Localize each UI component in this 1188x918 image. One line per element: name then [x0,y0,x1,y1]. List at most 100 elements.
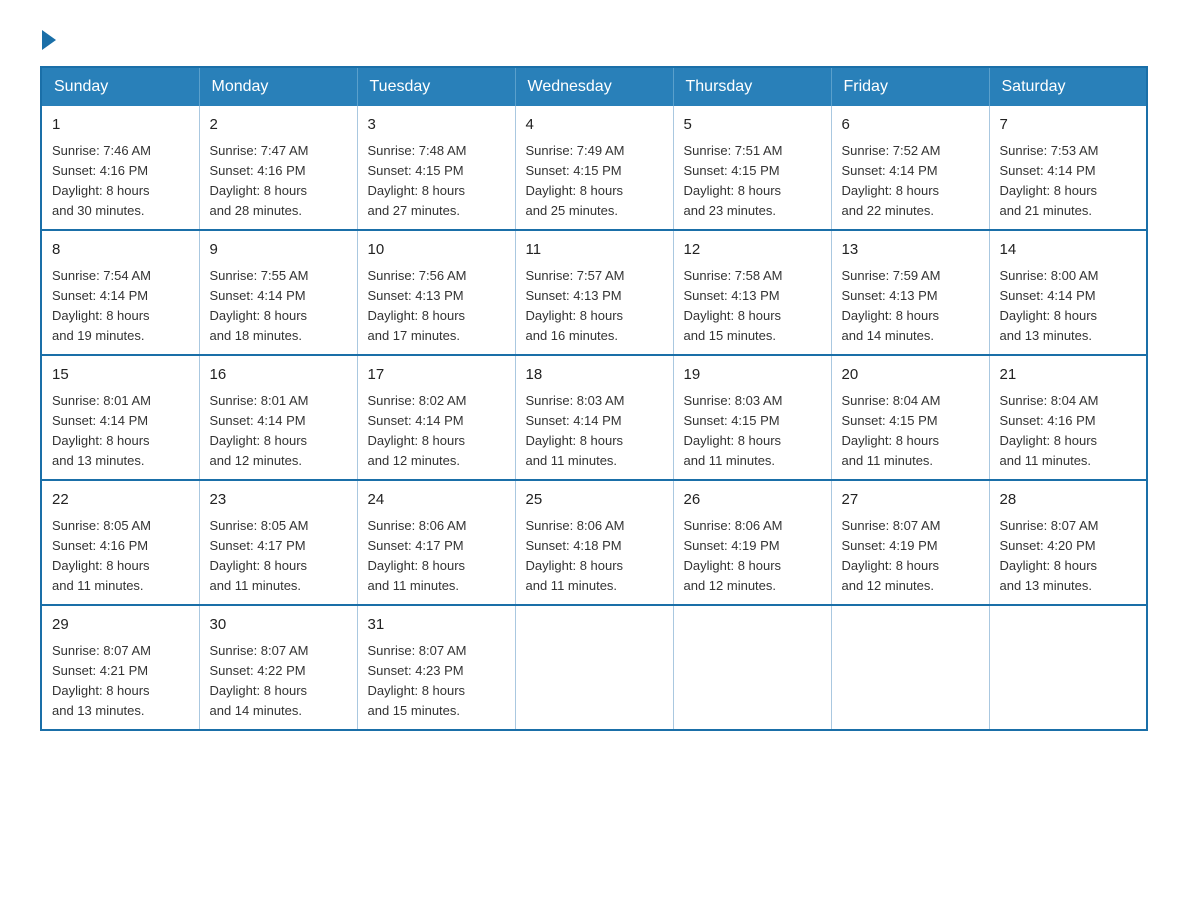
calendar-cell: 25Sunrise: 8:06 AMSunset: 4:18 PMDayligh… [515,480,673,605]
calendar-cell: 19Sunrise: 8:03 AMSunset: 4:15 PMDayligh… [673,355,831,480]
day-info: Sunrise: 8:06 AMSunset: 4:18 PMDaylight:… [526,516,663,597]
calendar-week-row: 15Sunrise: 8:01 AMSunset: 4:14 PMDayligh… [41,355,1147,480]
calendar-cell: 24 Sunrise: 8:06 AMSunset: 4:17 PMDayligh… [357,480,515,605]
column-header-monday: Monday [199,67,357,106]
day-number: 31 [368,614,505,637]
calendar-cell: 14 Sunrise: 8:00 AMSunset: 4:14 PMDayligh… [989,230,1147,355]
day-number: 22 [52,489,189,512]
day-number: 27 [842,489,979,512]
day-info: Sunrise: 8:05 AMSunset: 4:16 PMDaylight:… [52,516,189,597]
day-number: 1 [52,114,189,137]
column-header-sunday: Sunday [41,67,199,106]
day-info: Sunrise: 8:07 AMSunset: 4:21 PMDaylight:… [52,641,189,722]
calendar-cell [515,605,673,730]
calendar-cell: 22 Sunrise: 8:05 AMSunset: 4:16 PMDayligh… [41,480,199,605]
day-number: 17 [368,364,505,387]
calendar-cell: 10 Sunrise: 7:56 AMSunset: 4:13 PMDayligh… [357,230,515,355]
column-header-thursday: Thursday [673,67,831,106]
day-info: Sunrise: 7:56 AMSunset: 4:13 PMDaylight:… [368,266,505,347]
day-info: Sunrise: 7:46 AMSunset: 4:16 PMDaylight:… [52,141,189,222]
day-info: Sunrise: 7:55 AMSunset: 4:14 PMDaylight:… [210,266,347,347]
day-info: Sunrise: 7:52 AMSunset: 4:14 PMDaylight:… [842,141,979,222]
day-number: 9 [210,239,347,262]
day-number: 28 [1000,489,1137,512]
day-info: Sunrise: 7:51 AMSunset: 4:15 PMDaylight:… [684,141,821,222]
day-number: 30 [210,614,347,637]
day-number: 26 [684,489,821,512]
calendar-cell: 21 Sunrise: 8:04 AMSunset: 4:16 PMDayligh… [989,355,1147,480]
day-info: Sunrise: 8:05 AMSunset: 4:17 PMDaylight:… [210,516,347,597]
day-info: Sunrise: 8:04 AMSunset: 4:15 PMDaylight:… [842,391,979,472]
day-info: Sunrise: 7:58 AMSunset: 4:13 PMDaylight:… [684,266,821,347]
day-info: Sunrise: 7:57 AMSunset: 4:13 PMDaylight:… [526,266,663,347]
calendar-cell [989,605,1147,730]
calendar-table: SundayMondayTuesdayWednesdayThursdayFrid… [40,66,1148,731]
calendar-cell: 2 Sunrise: 7:47 AMSunset: 4:16 PMDaylight… [199,106,357,230]
calendar-cell: 3Sunrise: 7:48 AMSunset: 4:15 PMDaylight… [357,106,515,230]
day-number: 18 [526,364,663,387]
logo-arrow-icon [42,30,56,50]
day-number: 6 [842,114,979,137]
calendar-header-row: SundayMondayTuesdayWednesdayThursdayFrid… [41,67,1147,106]
page-header [40,30,1148,46]
calendar-cell: 9 Sunrise: 7:55 AMSunset: 4:14 PMDaylight… [199,230,357,355]
calendar-week-row: 1 Sunrise: 7:46 AMSunset: 4:16 PMDaylight… [41,106,1147,230]
column-header-wednesday: Wednesday [515,67,673,106]
calendar-cell: 6 Sunrise: 7:52 AMSunset: 4:14 PMDaylight… [831,106,989,230]
logo [40,30,58,46]
calendar-week-row: 8 Sunrise: 7:54 AMSunset: 4:14 PMDaylight… [41,230,1147,355]
calendar-cell: 26 Sunrise: 8:06 AMSunset: 4:19 PMDayligh… [673,480,831,605]
day-info: Sunrise: 8:07 AMSunset: 4:19 PMDaylight:… [842,516,979,597]
calendar-cell: 5 Sunrise: 7:51 AMSunset: 4:15 PMDaylight… [673,106,831,230]
calendar-cell: 1 Sunrise: 7:46 AMSunset: 4:16 PMDaylight… [41,106,199,230]
day-number: 24 [368,489,505,512]
day-info: Sunrise: 8:07 AMSunset: 4:22 PMDaylight:… [210,641,347,722]
calendar-cell: 16Sunrise: 8:01 AMSunset: 4:14 PMDayligh… [199,355,357,480]
day-info: Sunrise: 8:00 AMSunset: 4:14 PMDaylight:… [1000,266,1137,347]
day-info: Sunrise: 8:07 AMSunset: 4:20 PMDaylight:… [1000,516,1137,597]
calendar-cell: 15Sunrise: 8:01 AMSunset: 4:14 PMDayligh… [41,355,199,480]
calendar-cell: 28 Sunrise: 8:07 AMSunset: 4:20 PMDayligh… [989,480,1147,605]
day-info: Sunrise: 8:02 AMSunset: 4:14 PMDaylight:… [368,391,505,472]
calendar-cell: 23 Sunrise: 8:05 AMSunset: 4:17 PMDayligh… [199,480,357,605]
calendar-cell: 30 Sunrise: 8:07 AMSunset: 4:22 PMDayligh… [199,605,357,730]
day-info: Sunrise: 8:06 AMSunset: 4:19 PMDaylight:… [684,516,821,597]
calendar-cell: 12 Sunrise: 7:58 AMSunset: 4:13 PMDayligh… [673,230,831,355]
calendar-cell: 7Sunrise: 7:53 AMSunset: 4:14 PMDaylight… [989,106,1147,230]
calendar-cell: 29Sunrise: 8:07 AMSunset: 4:21 PMDayligh… [41,605,199,730]
day-number: 21 [1000,364,1137,387]
calendar-cell: 13 Sunrise: 7:59 AMSunset: 4:13 PMDayligh… [831,230,989,355]
day-info: Sunrise: 8:03 AMSunset: 4:14 PMDaylight:… [526,391,663,472]
day-number: 11 [526,239,663,262]
day-number: 16 [210,364,347,387]
day-number: 10 [368,239,505,262]
day-info: Sunrise: 7:47 AMSunset: 4:16 PMDaylight:… [210,141,347,222]
column-header-friday: Friday [831,67,989,106]
day-number: 19 [684,364,821,387]
day-info: Sunrise: 8:06 AMSunset: 4:17 PMDaylight:… [368,516,505,597]
day-number: 8 [52,239,189,262]
day-info: Sunrise: 8:07 AMSunset: 4:23 PMDaylight:… [368,641,505,722]
day-number: 14 [1000,239,1137,262]
calendar-week-row: 22 Sunrise: 8:05 AMSunset: 4:16 PMDayligh… [41,480,1147,605]
column-header-saturday: Saturday [989,67,1147,106]
day-number: 4 [526,114,663,137]
day-number: 5 [684,114,821,137]
calendar-cell: 27 Sunrise: 8:07 AMSunset: 4:19 PMDayligh… [831,480,989,605]
day-info: Sunrise: 7:54 AMSunset: 4:14 PMDaylight:… [52,266,189,347]
day-info: Sunrise: 7:49 AMSunset: 4:15 PMDaylight:… [526,141,663,222]
day-number: 23 [210,489,347,512]
day-number: 2 [210,114,347,137]
calendar-week-row: 29Sunrise: 8:07 AMSunset: 4:21 PMDayligh… [41,605,1147,730]
calendar-cell: 20Sunrise: 8:04 AMSunset: 4:15 PMDayligh… [831,355,989,480]
day-number: 13 [842,239,979,262]
day-info: Sunrise: 7:59 AMSunset: 4:13 PMDaylight:… [842,266,979,347]
day-info: Sunrise: 8:04 AMSunset: 4:16 PMDaylight:… [1000,391,1137,472]
calendar-cell [673,605,831,730]
calendar-cell: 11 Sunrise: 7:57 AMSunset: 4:13 PMDayligh… [515,230,673,355]
day-info: Sunrise: 7:48 AMSunset: 4:15 PMDaylight:… [368,141,505,222]
day-number: 15 [52,364,189,387]
calendar-cell: 31 Sunrise: 8:07 AMSunset: 4:23 PMDayligh… [357,605,515,730]
calendar-cell: 17 Sunrise: 8:02 AMSunset: 4:14 PMDayligh… [357,355,515,480]
day-number: 12 [684,239,821,262]
